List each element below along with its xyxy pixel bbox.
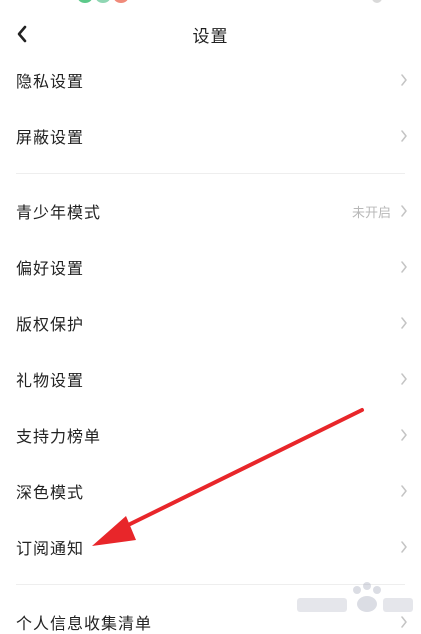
status-dot xyxy=(96,0,110,3)
settings-item-gift[interactable]: 礼物设置 xyxy=(0,351,421,407)
chevron-right-icon xyxy=(399,540,409,554)
settings-item-label: 支持力榜单 xyxy=(16,427,102,446)
chevron-right-icon xyxy=(399,129,409,143)
settings-item-label: 深色模式 xyxy=(16,483,85,502)
section-divider xyxy=(16,173,405,174)
settings-item-label: 个人信息收集清单 xyxy=(16,614,153,633)
section-divider xyxy=(16,584,405,585)
nav-header: 设置 xyxy=(0,14,421,54)
settings-item-support-ranking[interactable]: 支持力榜单 xyxy=(0,407,421,463)
settings-list: 隐私设置 屏蔽设置 青少年模式 未开启 偏好设置 版权保护 礼物设置 支持力榜单… xyxy=(0,52,421,634)
chevron-right-icon xyxy=(399,484,409,498)
settings-item-dark-mode[interactable]: 深色模式 xyxy=(0,463,421,519)
chevron-right-icon xyxy=(399,260,409,274)
chevron-right-icon xyxy=(399,428,409,442)
settings-item-teen-mode[interactable]: 青少年模式 未开启 xyxy=(0,183,421,239)
settings-item-label: 青少年模式 xyxy=(16,203,102,222)
status-bar-indicators xyxy=(78,0,128,3)
settings-screen: 设置 隐私设置 屏蔽设置 青少年模式 未开启 偏好设置 版权保护 礼物设置 支持… xyxy=(0,0,421,634)
settings-item-label: 版权保护 xyxy=(16,315,85,334)
settings-item-label: 偏好设置 xyxy=(16,259,85,278)
settings-item-block[interactable]: 屏蔽设置 xyxy=(0,108,421,164)
settings-item-preferences[interactable]: 偏好设置 xyxy=(0,239,421,295)
settings-item-label: 屏蔽设置 xyxy=(16,128,85,147)
chevron-right-icon xyxy=(399,73,409,87)
chevron-right-icon xyxy=(399,316,409,330)
settings-item-label: 礼物设置 xyxy=(16,371,85,390)
settings-item-personal-info-list[interactable]: 个人信息收集清单 xyxy=(0,594,421,634)
status-dot xyxy=(78,0,92,3)
settings-item-copyright[interactable]: 版权保护 xyxy=(0,295,421,351)
page-title: 设置 xyxy=(192,27,229,47)
settings-item-label: 隐私设置 xyxy=(16,72,85,91)
settings-item-label: 订阅通知 xyxy=(16,539,85,558)
settings-item-privacy[interactable]: 隐私设置 xyxy=(0,52,421,108)
settings-item-subscription-notice[interactable]: 订阅通知 xyxy=(0,519,421,575)
status-dot xyxy=(372,0,382,3)
chevron-right-icon xyxy=(399,372,409,386)
settings-item-value: 未开启 xyxy=(351,205,391,221)
chevron-right-icon xyxy=(399,615,409,629)
chevron-right-icon xyxy=(399,204,409,218)
status-dot xyxy=(114,0,128,3)
